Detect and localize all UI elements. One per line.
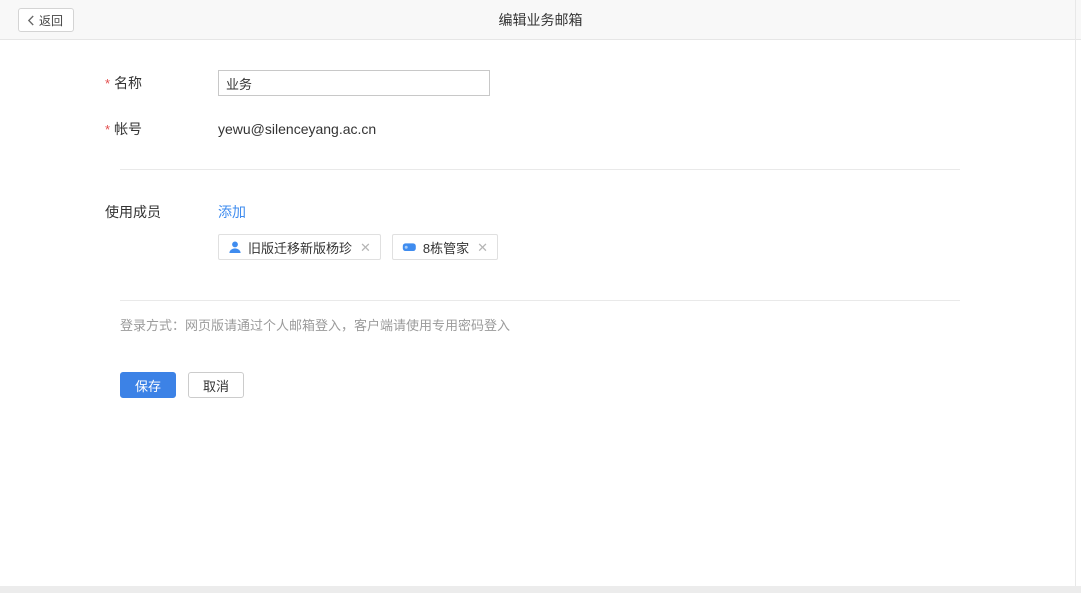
bottom-scrollbar-track[interactable] (0, 586, 1081, 593)
cancel-button[interactable]: 取消 (188, 372, 244, 398)
divider (120, 300, 960, 301)
form-actions: 保存 取消 (105, 372, 1081, 398)
name-row: *名称 (105, 70, 1081, 96)
save-button[interactable]: 保存 (120, 372, 176, 398)
remove-member-icon[interactable]: ✕ (477, 241, 488, 254)
member-tag-name: 8栋管家 (423, 238, 469, 257)
chevron-left-icon (27, 15, 35, 26)
back-button[interactable]: 返回 (18, 8, 74, 32)
member-tag-user: 旧版迁移新版杨珍 ✕ (218, 234, 381, 260)
member-tag-name: 旧版迁移新版杨珍 (248, 238, 352, 257)
page-title: 编辑业务邮箱 (0, 0, 1081, 40)
members-row: 使用成员 添加 (105, 202, 1081, 222)
name-label: *名称 (105, 73, 218, 93)
name-input[interactable] (218, 70, 490, 96)
group-tag-icon (402, 240, 417, 254)
mailbox-form: *名称 *帐号 yewu@silenceyang.ac.cn 使用成员 添加 (0, 40, 1081, 398)
page-header: 返回 编辑业务邮箱 (0, 0, 1081, 40)
account-value: yewu@silenceyang.ac.cn (218, 121, 376, 137)
login-method-hint: 登录方式：网页版请通过个人邮箱登入，客户端请使用专用密码登入 (120, 315, 1081, 334)
divider (120, 169, 960, 170)
required-marker: * (105, 76, 110, 91)
account-row: *帐号 yewu@silenceyang.ac.cn (105, 118, 1081, 140)
edit-business-mailbox-page: 返回 编辑业务邮箱 *名称 *帐号 yewu@silenceyang.ac.cn… (0, 0, 1081, 593)
member-tag-group: 8栋管家 ✕ (392, 234, 498, 260)
remove-member-icon[interactable]: ✕ (360, 241, 371, 254)
right-panel-border (1075, 0, 1076, 593)
required-marker: * (105, 122, 110, 137)
members-label: 使用成员 (105, 202, 218, 222)
back-button-label: 返回 (39, 12, 63, 29)
add-member-link[interactable]: 添加 (218, 202, 246, 222)
user-icon (228, 240, 242, 254)
member-tags-row: 旧版迁移新版杨珍 ✕ 8栋管家 ✕ (105, 234, 1081, 260)
account-label: *帐号 (105, 119, 218, 139)
